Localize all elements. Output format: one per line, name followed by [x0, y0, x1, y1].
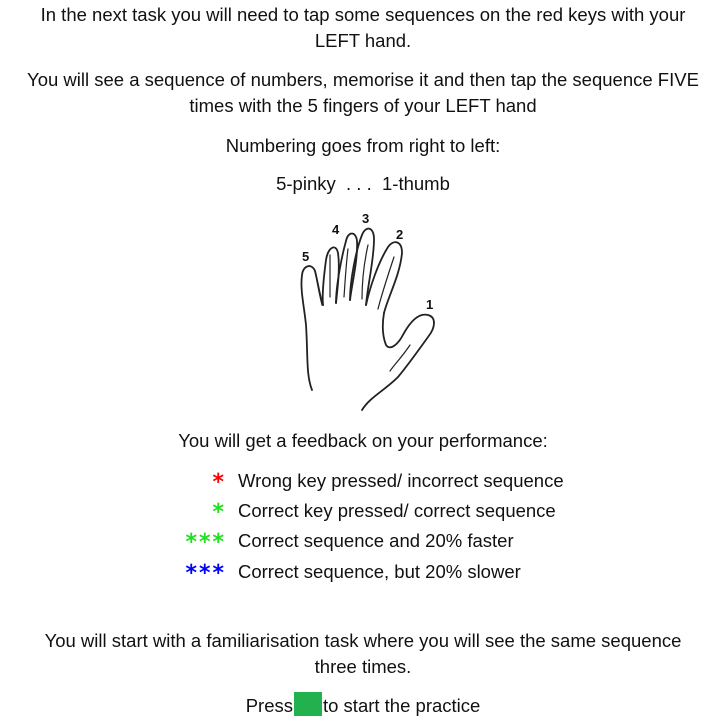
red-star-icon: * — [212, 470, 226, 495]
feedback-row-correct: * Correct key pressed/ correct sequence — [0, 496, 726, 526]
index-finger — [365, 241, 403, 314]
feedback-row-wrong: * Wrong key pressed/ incorrect sequence — [0, 466, 726, 496]
finger-label-3: 3 — [362, 211, 369, 226]
left-hand-illustration: 5 4 3 2 1 — [300, 211, 435, 411]
finger-label-5: 5 — [302, 249, 309, 264]
instruction-line-4: times with the 5 fingers of your LEFT ha… — [189, 95, 537, 116]
pinky-inner-line — [315, 274, 323, 306]
hand-outline — [300, 265, 324, 391]
start-practice-text: to start the practice — [322, 695, 481, 716]
feedback-heading: You will get a feedback on your performa… — [178, 430, 548, 451]
familiarisation-line-2: three times. — [314, 656, 412, 677]
thumb-inner-line — [377, 256, 395, 310]
green-star-icon: * — [212, 500, 226, 525]
blue-stars-icon: *** — [185, 561, 226, 586]
finger-label-2: 2 — [396, 227, 403, 242]
finger-label-4: 4 — [332, 222, 340, 237]
start-instruction: Press to start the practice — [0, 692, 726, 719]
finger-range-text: 5-pinky . . . 1-thumb — [276, 173, 450, 194]
feedback-label: Correct key pressed/ correct sequence — [238, 500, 556, 521]
instruction-line-2: LEFT hand. — [314, 30, 412, 51]
green-stars-icon: *** — [185, 530, 226, 555]
feedback-label: Correct sequence, but 20% slower — [238, 561, 521, 582]
instruction-line-1: In the next task you will need to tap so… — [40, 4, 686, 25]
green-start-key[interactable] — [293, 692, 322, 716]
feedback-row-slower: *** Correct sequence, but 20% slower — [0, 557, 726, 587]
numbering-text: Numbering goes from right to left: — [225, 135, 501, 156]
press-text: Press — [245, 695, 293, 716]
feedback-label: Correct sequence and 20% faster — [238, 530, 514, 551]
feedback-row-faster: *** Correct sequence and 20% faster — [0, 526, 726, 556]
middle-inner-line — [343, 248, 349, 298]
finger-label-1: 1 — [426, 297, 433, 312]
feedback-label: Wrong key pressed/ incorrect sequence — [238, 470, 564, 491]
familiarisation-line-1: You will start with a familiarisation ta… — [44, 630, 682, 651]
instruction-line-3: You will see a sequence of numbers, memo… — [27, 69, 699, 90]
